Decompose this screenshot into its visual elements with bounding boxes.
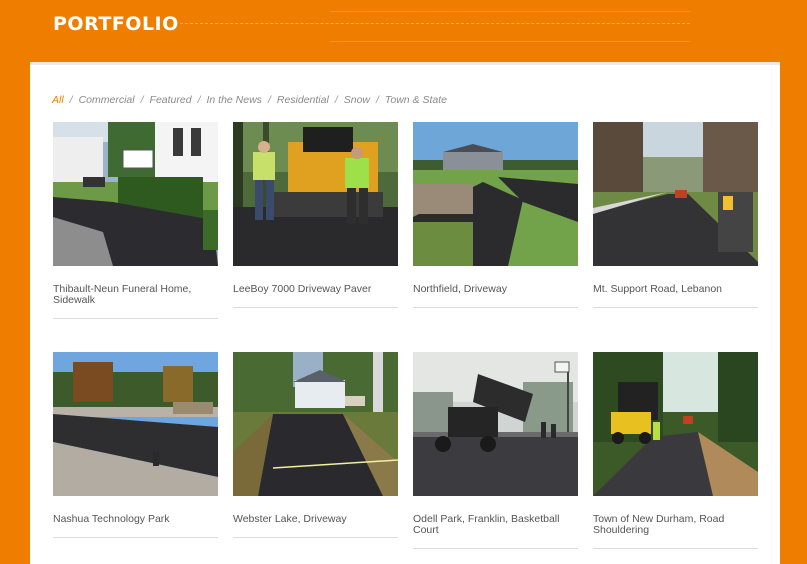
project-photo[interactable] [233, 352, 398, 496]
portfolio-item[interactable]: Northfield, Driveway [413, 122, 578, 308]
filter-separator: / [334, 94, 338, 106]
filter-in-the-news[interactable]: In the News [206, 94, 261, 106]
portfolio-filter-bar: All / Commercial / Featured / In the News / Resi… [52, 94, 447, 106]
filter-separator: / [197, 94, 201, 106]
header-decoration [180, 23, 690, 24]
filter-separator: / [69, 94, 73, 106]
portfolio-panel: All / Commercial / Featured / In the News / Resi… [30, 62, 780, 564]
project-photo[interactable] [593, 122, 758, 266]
filter-featured[interactable]: Featured [150, 94, 192, 106]
project-caption[interactable]: Thibault-Neun Funeral Home, Sidewalk [53, 284, 218, 319]
filter-town-and-state[interactable]: Town & State [385, 94, 447, 106]
filter-commercial[interactable]: Commercial [79, 94, 135, 106]
header-decoration [330, 11, 690, 12]
filter-separator: / [376, 94, 379, 106]
project-caption[interactable]: Odell Park, Franklin, Basketball Court [413, 514, 578, 549]
portfolio-item[interactable]: Nashua Technology Park [53, 352, 218, 538]
filter-separator: / [140, 94, 144, 106]
filter-separator: / [267, 94, 271, 106]
portfolio-item[interactable]: Thibault-Neun Funeral Home, Sidewalk [53, 122, 218, 319]
project-caption[interactable]: LeeBoy 7000 Driveway Paver [233, 284, 398, 308]
filter-snow[interactable]: Snow [344, 94, 370, 106]
project-caption[interactable]: Town of New Durham, Road Shouldering [593, 514, 758, 549]
project-caption[interactable]: Mt. Support Road, Lebanon [593, 284, 758, 308]
project-photo[interactable] [413, 122, 578, 266]
portfolio-item[interactable]: Town of New Durham, Road Shouldering [593, 352, 758, 549]
project-photo[interactable] [413, 352, 578, 496]
project-photo[interactable] [233, 122, 398, 266]
page-title: PORTFOLIO [53, 13, 179, 35]
project-caption[interactable]: Nashua Technology Park [53, 514, 218, 538]
portfolio-item[interactable]: Mt. Support Road, Lebanon [593, 122, 758, 308]
header-decoration [330, 41, 690, 42]
project-photo[interactable] [53, 352, 218, 496]
project-photo[interactable] [593, 352, 758, 496]
filter-all[interactable]: All [52, 94, 64, 106]
portfolio-item[interactable]: LeeBoy 7000 Driveway Paver [233, 122, 398, 308]
project-caption[interactable]: Webster Lake, Driveway [233, 514, 398, 538]
project-photo[interactable] [53, 122, 218, 266]
filter-residential[interactable]: Residential [277, 94, 329, 106]
portfolio-item[interactable]: Odell Park, Franklin, Basketball Court [413, 352, 578, 549]
project-caption[interactable]: Northfield, Driveway [413, 284, 578, 308]
portfolio-item[interactable]: Webster Lake, Driveway [233, 352, 398, 538]
